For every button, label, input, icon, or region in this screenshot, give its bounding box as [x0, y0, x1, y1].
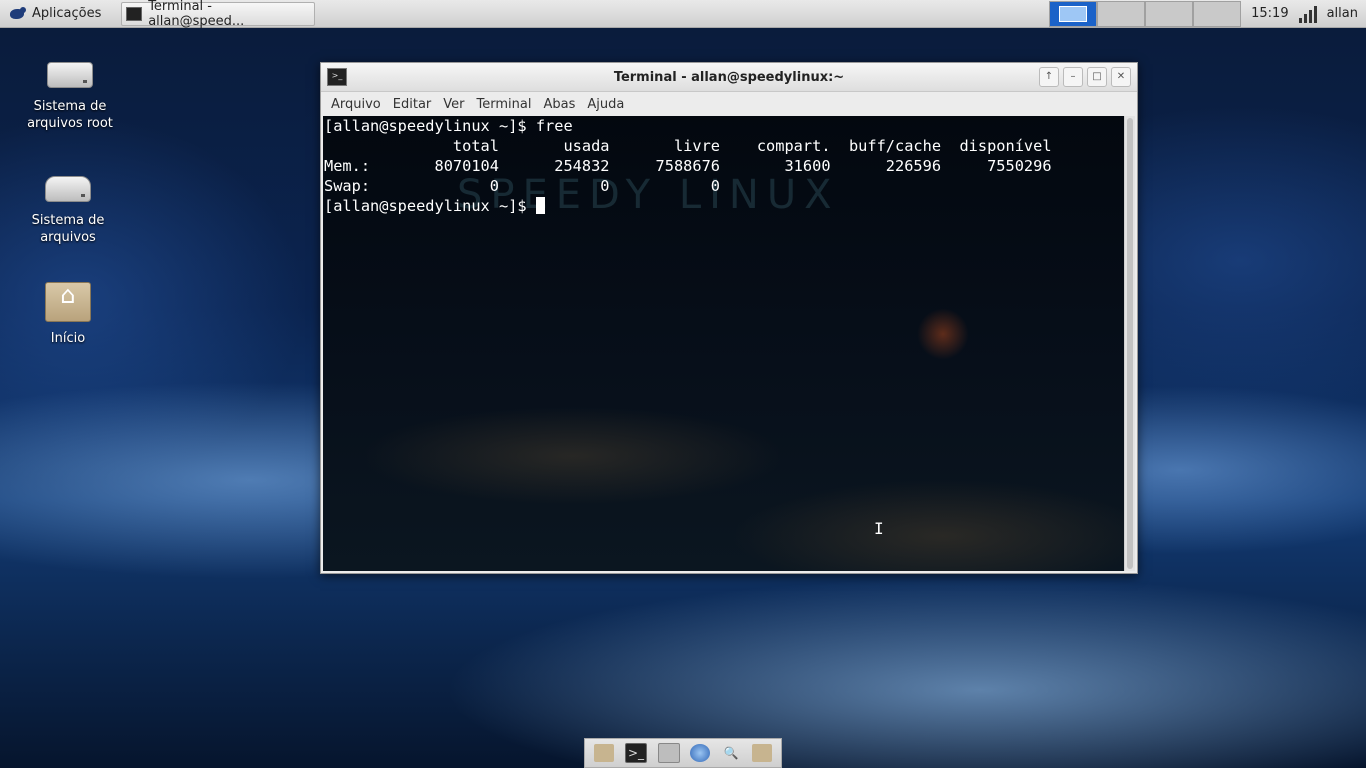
file-manager-icon[interactable] [657, 743, 680, 763]
applications-logo-icon [8, 6, 28, 22]
terminal-output[interactable]: SPEEDY LINUX [allan@speedylinux ~]$ free… [323, 116, 1125, 571]
taskbar-item-terminal[interactable]: Terminal - allan@speed... [121, 0, 316, 29]
scrollbar-thumb[interactable] [1127, 118, 1133, 569]
maximize-button[interactable]: □ [1087, 67, 1107, 87]
workspace-1[interactable] [1049, 0, 1098, 27]
terminal-icon [126, 6, 143, 21]
menu-editar[interactable]: Editar [387, 97, 438, 112]
taskbar-item-label: Terminal - allan@speed... [148, 0, 245, 29]
close-button[interactable]: ✕ [1111, 67, 1131, 87]
home-folder-icon [45, 282, 91, 322]
clock[interactable]: 15:19 [1241, 6, 1298, 21]
network-signal-icon[interactable] [1298, 5, 1317, 23]
mouse-ibeam-cursor-icon: I [874, 519, 884, 538]
text-cursor [535, 197, 545, 214]
browser-icon[interactable] [690, 744, 711, 762]
folder-icon[interactable] [594, 744, 615, 762]
desktop-icon-label: Sistema de arquivos root [27, 99, 113, 131]
folder-icon[interactable] [751, 744, 772, 762]
window-title: Terminal - allan@speedylinux:~ [613, 69, 845, 85]
menu-bar: Arquivo Editar Ver Terminal Abas Ajuda [321, 92, 1137, 116]
menu-ajuda[interactable]: Ajuda [581, 97, 630, 112]
desktop-icon-label: Início [50, 331, 86, 346]
terminal-icon[interactable]: >_ [327, 68, 347, 86]
window-titlebar[interactable]: >_ Terminal - allan@speedylinux:~ ↑ – □ … [321, 63, 1137, 92]
terminal-line: total usada livre compart. buff/cache di… [324, 137, 1052, 155]
menu-abas[interactable]: Abas [537, 97, 581, 112]
top-panel: Aplicações Terminal - allan@speed... 15:… [0, 0, 1366, 29]
drive-icon [47, 62, 93, 88]
drive-icon [45, 176, 91, 202]
terminal-line: Swap: 0 0 0 [324, 177, 721, 195]
bottom-dock: >_ 🔍 [584, 738, 782, 768]
menu-arquivo[interactable]: Arquivo [325, 97, 387, 112]
workspace-2[interactable] [1097, 0, 1146, 27]
terminal-line: Mem.: 8070104 254832 7588676 31600 22659… [324, 157, 1052, 175]
user-menu[interactable]: allan [1327, 6, 1366, 21]
applications-menu-button[interactable]: Aplicações [0, 0, 109, 28]
terminal-window: >_ Terminal - allan@speedylinux:~ ↑ – □ … [320, 62, 1138, 574]
workspace-switcher [1049, 0, 1242, 28]
menu-ver[interactable]: Ver [437, 97, 470, 112]
desktop-icon-filesystem[interactable]: Sistema de arquivos [18, 176, 118, 246]
desktop-icon-root-filesystem[interactable]: Sistema de arquivos root [20, 62, 120, 132]
terminal-icon[interactable]: >_ [624, 743, 647, 763]
shade-button[interactable]: ↑ [1039, 67, 1059, 87]
search-icon[interactable]: 🔍 [721, 744, 741, 762]
workspace-4[interactable] [1193, 0, 1242, 27]
terminal-line: [allan@speedylinux ~]$ free [324, 117, 573, 135]
workspace-3[interactable] [1145, 0, 1194, 27]
desktop-icon-label: Sistema de arquivos [31, 213, 105, 245]
terminal-prompt-line[interactable]: [allan@speedylinux ~]$ [323, 196, 1125, 216]
terminal-prompt: [allan@speedylinux ~]$ [324, 197, 536, 215]
menu-terminal[interactable]: Terminal [471, 97, 538, 112]
terminal-scrollbar[interactable] [1124, 116, 1135, 571]
applications-label: Aplicações [32, 6, 102, 21]
minimize-button[interactable]: – [1063, 67, 1083, 87]
desktop-icon-home[interactable]: Início [18, 282, 118, 347]
